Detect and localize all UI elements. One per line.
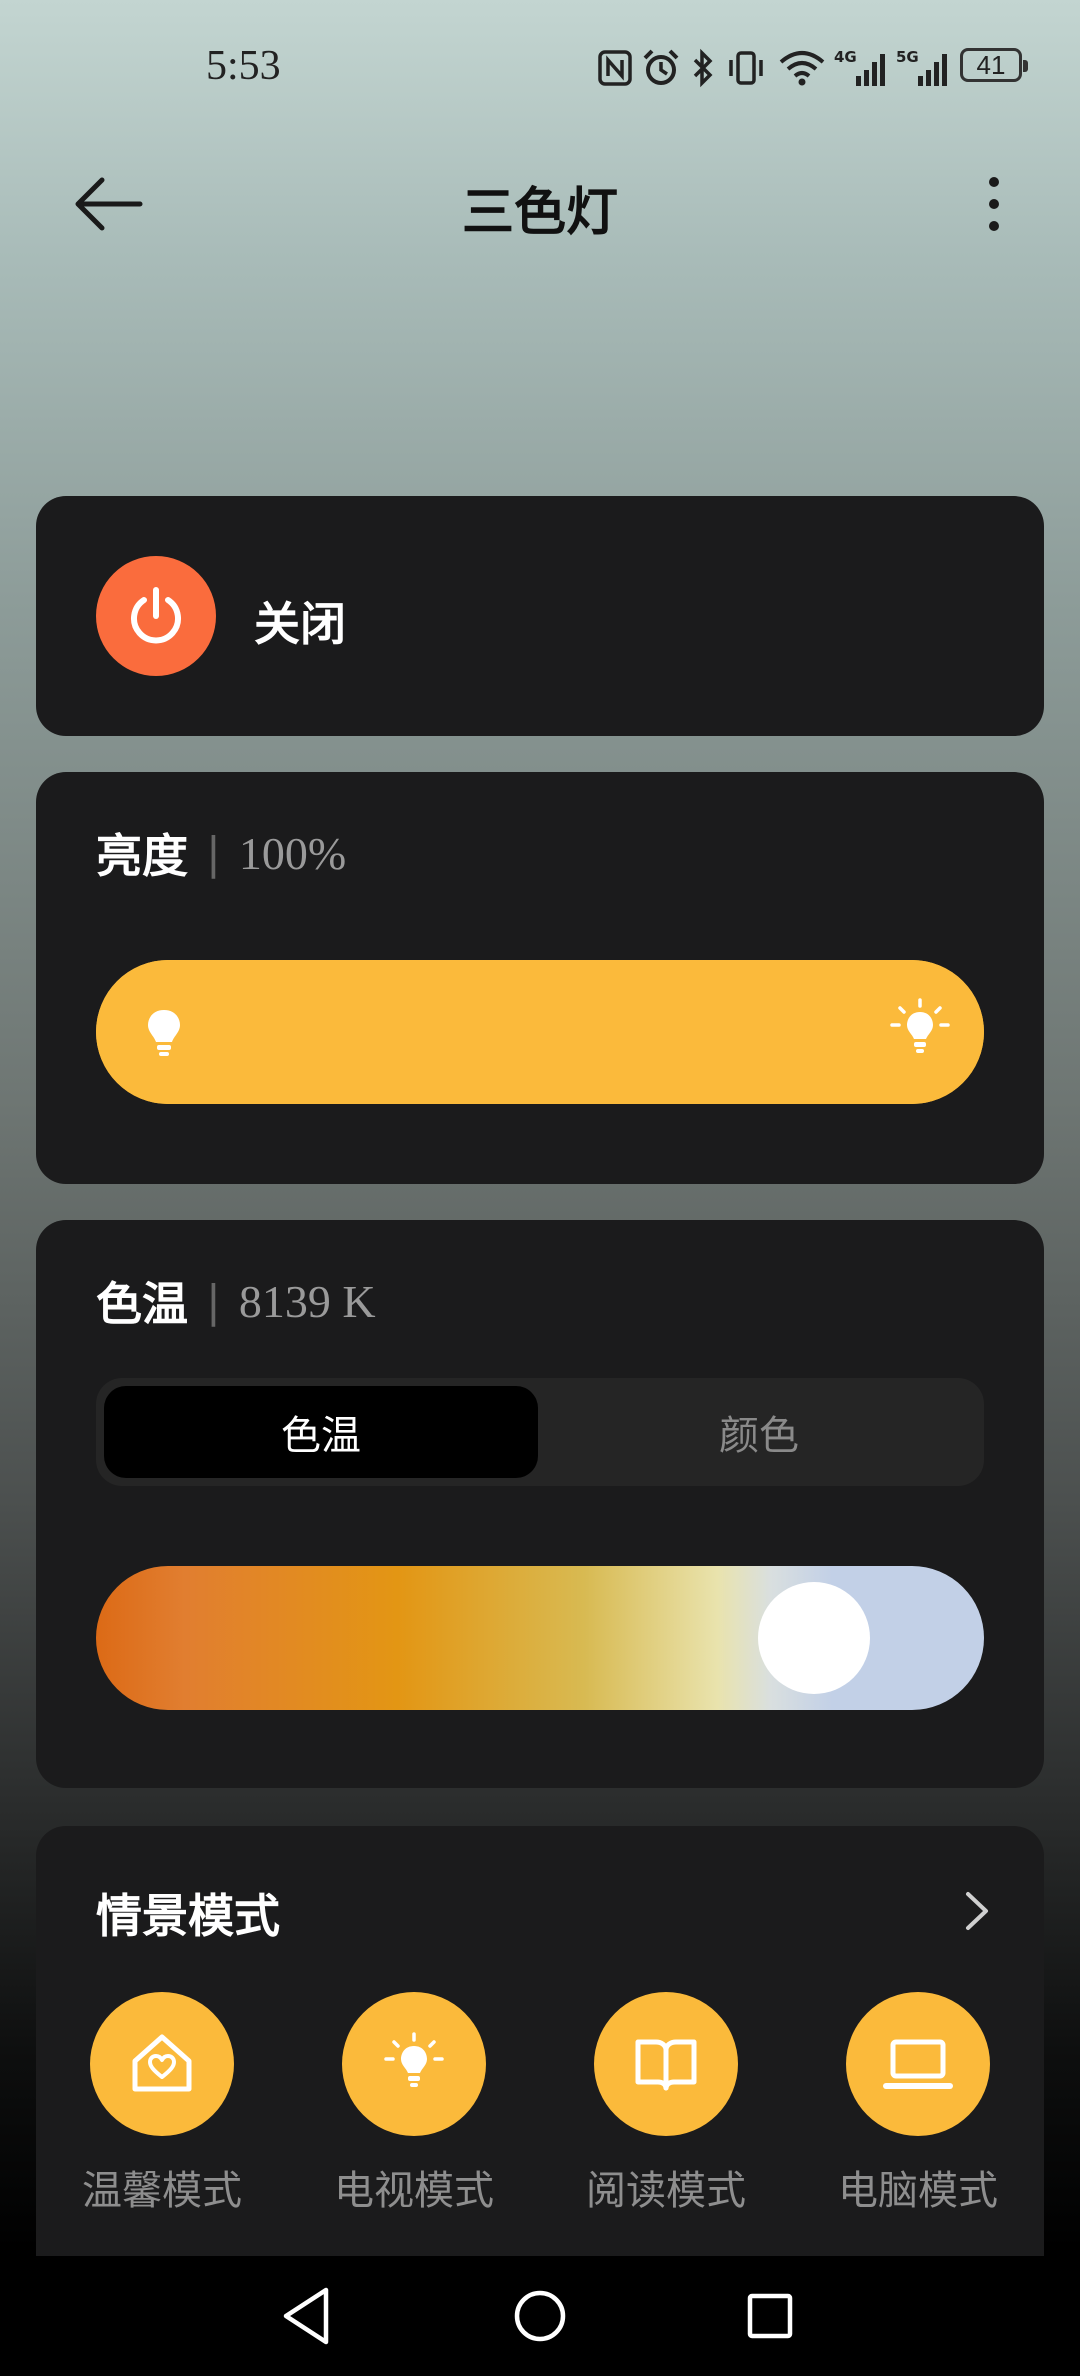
scene-label: 温馨模式 — [82, 2168, 242, 2214]
bulb-bright-icon — [890, 998, 950, 1053]
color-temperature-title: 色温 — [96, 1277, 188, 1331]
nav-home-button[interactable] — [504, 2280, 576, 2352]
home-heart-icon — [132, 2034, 192, 2092]
svg-text:5G: 5G — [896, 48, 919, 66]
scene-icon-circle — [594, 1992, 738, 2136]
more-button[interactable] — [972, 168, 1016, 240]
nav-back-button[interactable] — [274, 2280, 346, 2352]
battery-indicator: 41 — [960, 48, 1028, 82]
nav-back-icon — [283, 2287, 329, 2345]
scene-label: 阅读模式 — [586, 2168, 746, 2214]
chevron-right-icon — [966, 1892, 988, 1930]
nav-home-icon — [514, 2290, 566, 2342]
scene-modes-title: 情景模式 — [96, 1889, 280, 1943]
brightness-separator: | — [206, 827, 221, 879]
brightness-header: 亮度 | 100% — [96, 820, 346, 886]
alarm-icon — [643, 49, 679, 85]
scene-label: 电视模式 — [334, 2168, 494, 2214]
system-navigation-bar — [0, 2256, 1080, 2376]
scene-modes-more-button[interactable] — [946, 1876, 1006, 1946]
nav-recents-icon — [747, 2293, 793, 2339]
bulb-icon — [384, 2032, 444, 2087]
brightness-slider[interactable] — [96, 960, 984, 1104]
mode-tabs: 色温 颜色 — [96, 1378, 984, 1486]
bulb-dim-icon — [148, 1010, 180, 1056]
color-temperature-header: 色温 | 8139 K — [96, 1268, 376, 1334]
signal-5g-icon: 5G — [896, 48, 947, 86]
scene-icon-circle — [342, 1992, 486, 2136]
scene-icon-circle — [90, 1992, 234, 2136]
brightness-title: 亮度 — [96, 829, 188, 883]
brightness-value: 100% — [238, 827, 347, 879]
color-temperature-value: 8139 K — [238, 1275, 376, 1327]
nav-recents-button[interactable] — [734, 2280, 806, 2352]
page-title: 三色灯 — [461, 183, 618, 243]
power-icon — [131, 587, 181, 644]
color-temperature-card: 色温 | 8139 K 色温 颜色 — [36, 1220, 1044, 1788]
power-status-label: 关闭 — [254, 597, 346, 651]
brightness-fill — [96, 960, 984, 1104]
status-time: 5:53 — [206, 43, 281, 89]
power-button[interactable] — [96, 556, 216, 676]
color-temperature-slider-thumb[interactable] — [758, 1582, 870, 1694]
brightness-card: 亮度 | 100% — [36, 772, 1044, 1184]
tab-color[interactable]: 颜色 — [542, 1386, 976, 1478]
tab-color-temperature[interactable]: 色温 — [104, 1386, 538, 1478]
color-temperature-separator: | — [206, 1275, 221, 1327]
signal-4g-icon: 4G — [834, 48, 885, 86]
scene-icon-circle — [846, 1992, 990, 2136]
scene-item-tv[interactable]: 电视模式 — [314, 1992, 514, 2216]
laptop-icon — [883, 2039, 953, 2089]
scene-modes-card: 情景模式 温馨模式 电视模式 阅读模式 电脑模式 — [36, 1826, 1044, 2256]
vibrate-icon — [729, 51, 763, 85]
scene-item-cozy[interactable]: 温馨模式 — [62, 1992, 262, 2216]
color-temperature-slider[interactable] — [96, 1566, 984, 1710]
bluetooth-icon — [693, 48, 713, 88]
wifi-icon — [779, 51, 825, 86]
power-card: 关闭 — [36, 496, 1044, 736]
scene-item-reading[interactable]: 阅读模式 — [566, 1992, 766, 2216]
book-icon — [635, 2039, 697, 2091]
more-vertical-icon — [989, 177, 999, 231]
scene-label: 电脑模式 — [838, 2168, 998, 2214]
scene-item-computer[interactable]: 电脑模式 — [818, 1992, 1018, 2216]
svg-text:4G: 4G — [834, 48, 857, 66]
nfc-icon — [598, 50, 632, 86]
